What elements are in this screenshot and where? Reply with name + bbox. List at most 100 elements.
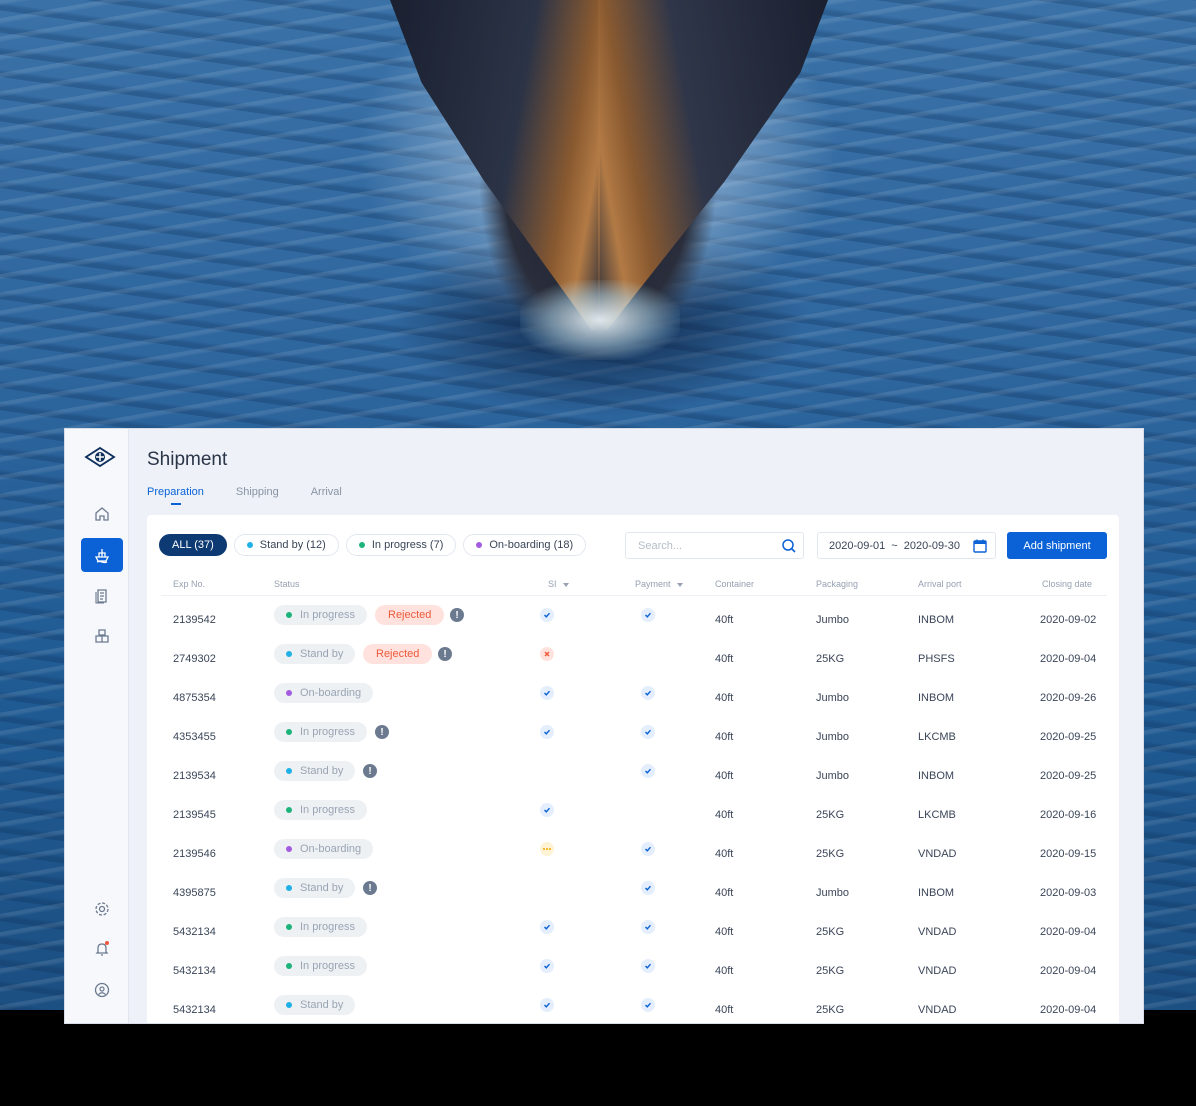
filter-stand-by[interactable]: Stand by (12) — [233, 534, 339, 556]
cell-container: 40ft — [715, 848, 734, 860]
check-icon — [641, 959, 655, 973]
sidebar-item-profile[interactable] — [81, 973, 123, 1007]
filter-all[interactable]: ALL (37) — [159, 534, 227, 556]
info-icon[interactable]: ! — [438, 647, 452, 661]
status-dot-icon — [286, 690, 292, 696]
cell-exp-no: 2139546 — [173, 848, 216, 860]
cell-arrival-port: VNDAD — [918, 848, 957, 860]
info-icon[interactable]: ! — [375, 725, 389, 739]
ship-icon — [94, 549, 110, 564]
search-box — [625, 532, 804, 559]
cell-exp-no: 2139545 — [173, 809, 216, 821]
documents-icon — [95, 589, 107, 604]
filter-on-boarding-label: On-boarding (18) — [489, 539, 574, 551]
cell-arrival-port: VNDAD — [918, 965, 957, 977]
cell-packaging: Jumbo — [816, 692, 850, 704]
cell-container: 40ft — [715, 887, 734, 899]
table-row[interactable]: 4875354 On-boarding 40ft Jumbo INBOM 2020-09-… — [161, 680, 1107, 719]
cell-arrival-port: INBOM — [918, 770, 955, 782]
col-closing-date[interactable]: Closing date — [1042, 579, 1092, 589]
status-badge: Stand by — [274, 761, 356, 781]
table-row[interactable]: 5432134 In progress 40ft 25KG VNDAD 2020-09-0… — [161, 914, 1107, 953]
table-row[interactable]: 5432134 Stand by 40ft 25KG VNDAD 2020-09-04 — [161, 992, 1107, 1023]
table-row[interactable]: 2139545 In progress 40ft 25KG LKCMB 2020-09-1… — [161, 797, 1107, 836]
table-row[interactable]: 2139542 In progress Rejected! 40ft Jumbo INBO… — [161, 602, 1107, 641]
tab-bar: Preparation Shipping Arrival — [147, 486, 374, 506]
col-si-label: SI — [548, 579, 557, 589]
check-icon — [540, 998, 554, 1012]
user-icon — [94, 982, 110, 998]
check-icon — [641, 764, 655, 778]
cell-arrival-port: LKCMB — [918, 731, 956, 743]
status-dot-icon — [286, 651, 292, 657]
col-container[interactable]: Container — [715, 579, 754, 589]
table-row[interactable]: 2749302 Stand by Rejected! 40ft 25KG PHSFS 202… — [161, 641, 1107, 680]
sidebar-item-home[interactable] — [81, 497, 123, 531]
status-badge: In progress — [274, 800, 368, 820]
info-icon[interactable]: ! — [363, 764, 377, 778]
col-payment[interactable]: Payment — [635, 579, 683, 589]
filter-on-boarding[interactable]: On-boarding (18) — [463, 534, 587, 556]
sidebar-item-shipment[interactable] — [81, 538, 123, 572]
sidebar-item-inventory[interactable] — [81, 619, 123, 653]
table-row[interactable]: 4395875 Stand by! 40ft Jumbo INBOM 2020-09-03 — [161, 875, 1107, 914]
check-icon — [641, 842, 655, 856]
cell-packaging: 25KG — [816, 965, 845, 977]
table-row[interactable]: 5432134 In progress 40ft 25KG VNDAD 2020-09-0… — [161, 953, 1107, 992]
rejected-badge: Rejected — [363, 644, 433, 664]
info-icon[interactable]: ! — [363, 881, 377, 895]
cell-container: 40ft — [715, 692, 734, 704]
status-label: Stand by — [300, 648, 344, 660]
status-label: On-boarding — [300, 843, 362, 855]
table-header: Exp No. Status SI Payment Container Pack… — [161, 575, 1107, 596]
check-icon — [641, 998, 655, 1012]
status-badge: In progress — [274, 722, 368, 742]
sidebar-item-settings[interactable] — [81, 892, 123, 926]
cell-exp-no: 5432134 — [173, 965, 216, 977]
check-icon — [540, 803, 554, 817]
tab-arrival[interactable]: Arrival — [311, 486, 342, 506]
sidebar-item-notifications[interactable] — [81, 932, 123, 966]
cell-arrival-port: VNDAD — [918, 926, 957, 938]
chevron-down-icon — [562, 582, 569, 587]
cell-packaging: 25KG — [816, 653, 845, 665]
add-shipment-button[interactable]: Add shipment — [1007, 532, 1107, 559]
status-label: In progress — [300, 726, 356, 738]
status-dot-icon — [286, 807, 292, 813]
page-title: Shipment — [147, 449, 228, 470]
table-row[interactable]: 2139534 Stand by! 40ft Jumbo INBOM 2020-09-25 — [161, 758, 1107, 797]
sidebar-item-documents[interactable] — [81, 579, 123, 613]
cell-closing-date: 2020-09-04 — [1040, 1004, 1097, 1016]
cell-closing-date: 2020-09-04 — [1040, 965, 1097, 977]
status-badge: In progress — [274, 956, 368, 976]
cell-packaging: Jumbo — [816, 770, 850, 782]
check-icon — [540, 725, 554, 739]
col-si[interactable]: SI — [548, 579, 569, 589]
search-input[interactable] — [627, 534, 777, 557]
close-icon — [540, 647, 554, 661]
tab-preparation[interactable]: Preparation — [147, 486, 204, 506]
status-label: In progress — [300, 960, 356, 972]
filter-all-label: ALL (37) — [172, 539, 214, 551]
stand-by-dot-icon — [246, 542, 253, 548]
status-label: In progress — [300, 804, 356, 816]
table-row[interactable]: 4353455 In progress! 40ft Jumbo LKCMB 2020-09… — [161, 719, 1107, 758]
col-status[interactable]: Status — [274, 579, 300, 589]
date-range-picker[interactable]: 2020-09-01 ~ 2020-09-30 — [817, 532, 996, 559]
tab-shipping[interactable]: Shipping — [236, 486, 279, 506]
col-packaging[interactable]: Packaging — [816, 579, 858, 589]
cell-closing-date: 2020-09-15 — [1040, 848, 1097, 860]
col-exp-no[interactable]: Exp No. — [173, 579, 205, 589]
table-row[interactable]: 2139546 On-boarding 40ft 25KG VNDAD 2020-09-1… — [161, 836, 1107, 875]
check-icon — [540, 920, 554, 934]
date-from: 2020-09-01 — [829, 539, 886, 552]
info-icon[interactable]: ! — [450, 608, 464, 622]
filter-in-progress[interactable]: In progress (7) — [345, 534, 457, 556]
status-badge: In progress — [274, 605, 368, 625]
check-icon — [641, 881, 655, 895]
on-boarding-dot-icon — [476, 542, 483, 548]
home-icon — [95, 507, 109, 521]
col-arrival-port[interactable]: Arrival port — [918, 579, 962, 589]
calendar-icon[interactable] — [972, 538, 988, 554]
search-icon[interactable] — [781, 538, 797, 554]
